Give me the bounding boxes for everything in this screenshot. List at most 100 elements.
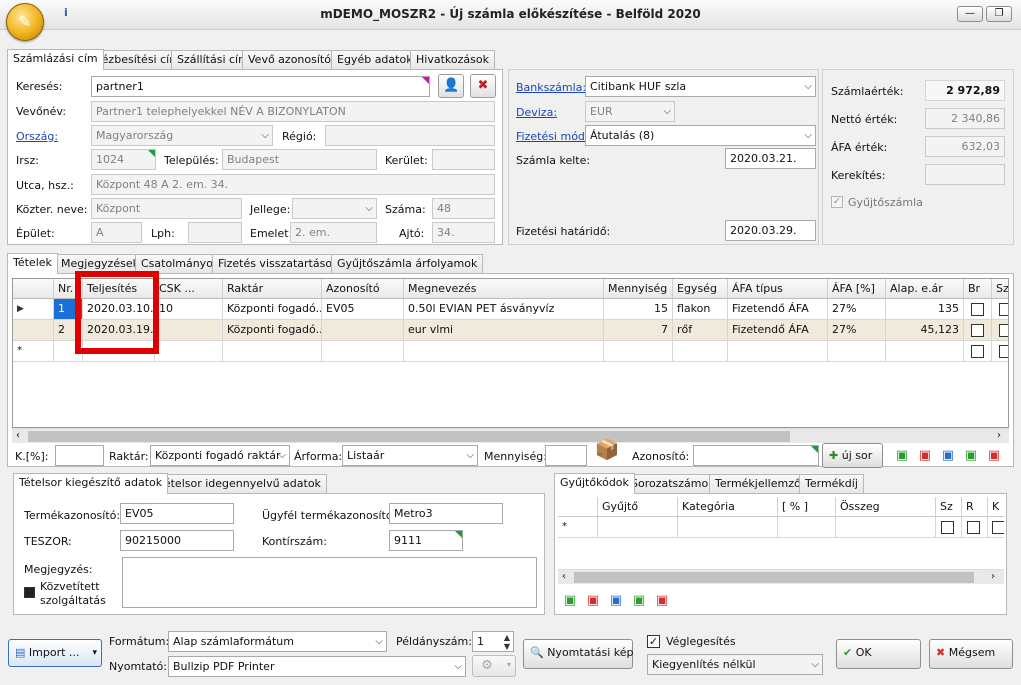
district-field[interactable]	[432, 149, 495, 170]
cell-vat-pct[interactable]: 27%	[828, 320, 886, 341]
country-link[interactable]: Ország:	[16, 130, 58, 143]
cell-qty[interactable]	[604, 341, 673, 362]
col-header-code-sz[interactable]: Sz	[936, 497, 962, 517]
finalize-checkbox[interactable]: ✓	[647, 635, 660, 648]
cell-percent[interactable]	[778, 517, 836, 538]
move-code-icon[interactable]: ▣	[608, 593, 624, 609]
col-header-code-r[interactable]: R	[962, 497, 988, 517]
tab-other-data[interactable]: Egyéb adatok	[331, 50, 419, 70]
cell-qty[interactable]: 7	[604, 320, 673, 341]
currency-select[interactable]: EUR ⌵	[585, 101, 675, 122]
cell-vat-type[interactable]: Fizetendő ÁFA	[728, 320, 828, 341]
cell-warehouse[interactable]	[223, 341, 322, 362]
stair-field[interactable]	[188, 222, 242, 243]
delete-code-icon[interactable]: ▣	[585, 593, 601, 609]
code-sz-checkbox[interactable]	[941, 521, 954, 534]
floor-field[interactable]: 2. em.	[290, 222, 377, 243]
payment-method-link[interactable]: Fizetési mód:	[516, 130, 589, 143]
cell-id[interactable]	[322, 341, 404, 362]
col-header-unit[interactable]: Egység	[673, 279, 728, 299]
country-select[interactable]: Magyarország ⌵	[91, 125, 273, 146]
cell-unit[interactable]: flakon	[673, 299, 728, 320]
scrollbar-thumb[interactable]	[574, 572, 974, 583]
sz-checkbox[interactable]	[999, 303, 1008, 316]
sz-checkbox[interactable]	[999, 345, 1008, 358]
col-header-amount[interactable]: Összeg	[836, 497, 936, 517]
clear-code-icon[interactable]: ▣	[654, 593, 670, 609]
col-header-vat-pct[interactable]: ÁFA [%]	[828, 279, 886, 299]
cell-warehouse[interactable]: Központi fogadó...	[223, 320, 322, 341]
pricetype-select[interactable]: Listaár ⌵	[342, 445, 478, 466]
region-field[interactable]	[325, 125, 495, 146]
note-textarea[interactable]	[122, 557, 537, 608]
scroll-left-icon[interactable]: ‹	[562, 571, 566, 582]
invoice-date-input[interactable]: 2020.03.21.	[725, 148, 816, 169]
cancel-button[interactable]: ✖ Mégsem	[929, 639, 1013, 669]
payment-method-select[interactable]: Átutalás (8) ⌵	[585, 125, 816, 146]
cell-vat-pct[interactable]: 27%	[828, 299, 886, 320]
new-row-button[interactable]: ✚ új sor	[822, 443, 883, 468]
tab-billing-address[interactable]: Számlázási cím	[7, 49, 104, 70]
cell-csk[interactable]	[155, 320, 223, 341]
cell-amount[interactable]	[836, 517, 936, 538]
tab-serial-numbers[interactable]: Sorozatszámok	[625, 474, 721, 494]
restore-button[interactable]: ❐	[986, 6, 1012, 22]
br-checkbox[interactable]	[971, 303, 984, 316]
tab-line-foreign-data[interactable]: Tételsor idegennyelvű adatok	[153, 474, 327, 494]
minimize-button[interactable]: —	[957, 6, 983, 22]
mediated-service-checkbox[interactable]	[24, 587, 35, 598]
copies-stepper[interactable]: 1 ▲ ▼	[472, 631, 514, 652]
cell-name[interactable]: eur vlmi	[404, 320, 604, 341]
collective-invoice-checkbox[interactable]: ✓	[831, 196, 843, 208]
cell-vat-pct[interactable]	[828, 341, 886, 362]
col-header-collector[interactable]: Gyűjtő	[598, 497, 678, 517]
move-line-icon[interactable]: ▣	[940, 448, 956, 464]
col-header-code-k[interactable]: K	[988, 497, 1004, 517]
buyer-name-field[interactable]: Partner1 telephelyekkel NÉV A BIZONYLATO…	[91, 101, 495, 122]
accept-line-icon[interactable]: ▣	[963, 448, 979, 464]
tab-references[interactable]: Hivatkozások	[410, 50, 495, 70]
col-header-sz[interactable]: Sz	[992, 279, 1008, 299]
col-header-csk[interactable]: CSK ...	[155, 279, 223, 299]
public-name-field[interactable]: Központ	[91, 198, 242, 219]
due-date-input[interactable]: 2020.03.29.	[725, 220, 816, 241]
format-select[interactable]: Alap számlaformátum ⌵	[168, 631, 387, 652]
clear-line-icon[interactable]: ▣	[986, 448, 1002, 464]
tab-collective-rates[interactable]: Gyűjtőszámla árfolyamok	[331, 254, 484, 274]
tab-collector-codes[interactable]: Gyűjtőkódok	[554, 473, 635, 494]
br-checkbox[interactable]	[971, 345, 984, 358]
cell-vat-type[interactable]: Fizetendő ÁFA	[728, 299, 828, 320]
col-header-vat-type[interactable]: ÁFA típus	[728, 279, 828, 299]
import-button[interactable]: ▤ Import ... ▾	[8, 639, 102, 667]
cell-name[interactable]	[404, 341, 604, 362]
col-header-price[interactable]: Alap. e.ár	[886, 279, 964, 299]
qty-input[interactable]	[545, 445, 587, 466]
boxes-icon[interactable]: 📦	[591, 439, 623, 469]
tab-line-extra-data[interactable]: Tételsor kiegészítő adatok	[13, 473, 169, 494]
add-code-icon[interactable]: ▣	[562, 593, 578, 609]
city-field[interactable]: Budapest	[222, 149, 377, 170]
cell-price[interactable]: 45,123	[886, 320, 964, 341]
br-checkbox[interactable]	[971, 324, 984, 337]
remove-partner-button[interactable]: ✖	[470, 74, 496, 98]
bank-account-link[interactable]: Bankszámla:	[516, 81, 586, 94]
discount-input[interactable]	[55, 445, 104, 466]
cell-price[interactable]	[886, 341, 964, 362]
building-field[interactable]: A	[91, 222, 142, 243]
tab-product-attributes[interactable]: Termékjellemzők	[709, 474, 814, 494]
cell-category[interactable]	[678, 517, 778, 538]
warehouse-select[interactable]: Központi fogadó raktár ⌵	[150, 445, 290, 466]
printer-settings-button[interactable]: ⚙ ▾	[472, 655, 516, 677]
currency-link[interactable]: Deviza:	[516, 106, 557, 119]
cell-vat-type[interactable]	[728, 341, 828, 362]
cell-warehouse[interactable]: Központi fogadó...	[223, 299, 322, 320]
app-menu-orb-icon[interactable]: ✎	[6, 3, 44, 41]
tab-product-fee[interactable]: Termékdíj	[799, 474, 864, 494]
street-field[interactable]: Központ 48 A 2. em. 34.	[91, 174, 495, 195]
accept-code-icon[interactable]: ▣	[631, 593, 647, 609]
id-input[interactable]	[693, 445, 819, 466]
cell-unit[interactable]	[673, 341, 728, 362]
add-partner-button[interactable]: 👤	[438, 74, 464, 98]
customer-pid-input[interactable]: Metro3	[389, 503, 503, 524]
cell-id[interactable]: EV05	[322, 299, 404, 320]
